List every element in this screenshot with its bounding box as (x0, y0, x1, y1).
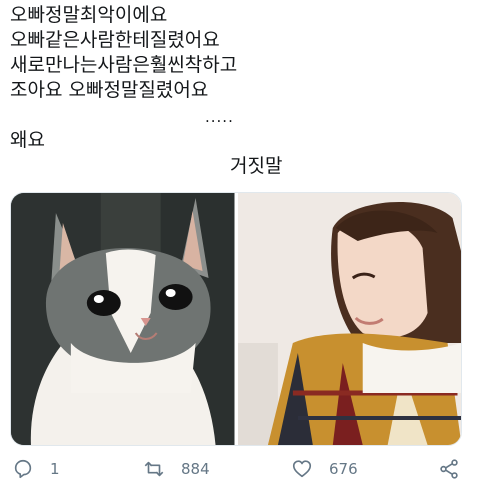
crying-cat-photo (11, 193, 235, 445)
tweet-line-6: 왜요 (10, 129, 45, 151)
reply-button[interactable]: 1 (12, 458, 60, 480)
like-button[interactable]: 676 (291, 458, 358, 480)
smiling-man-photo (237, 193, 461, 445)
tweet-line-4: 조아요 오빠정말질렸어요 (10, 79, 209, 101)
tweet-line-2: 오빠같은사람한테질렸어요 (10, 29, 220, 51)
share-button[interactable] (438, 458, 460, 480)
share-icon (440, 459, 458, 479)
tweet-line-7: 거짓말 (230, 155, 283, 177)
reply-count: 1 (50, 460, 60, 478)
tweet-actions: 1 884 676 (0, 452, 480, 488)
reply-icon (14, 459, 32, 479)
retweet-count: 884 (181, 460, 210, 478)
like-count: 676 (329, 460, 358, 478)
heart-icon (292, 460, 312, 478)
tweet-media[interactable] (10, 192, 462, 446)
media-image-man[interactable] (237, 193, 461, 445)
tweet-line-1: 오빠정말최악이에요 (10, 4, 168, 26)
retweet-icon (144, 461, 164, 477)
tweet-line-3: 새로만나는사람은훨씬착하고 (10, 54, 238, 76)
retweet-button[interactable]: 884 (143, 458, 210, 480)
media-image-cat[interactable] (11, 193, 235, 445)
